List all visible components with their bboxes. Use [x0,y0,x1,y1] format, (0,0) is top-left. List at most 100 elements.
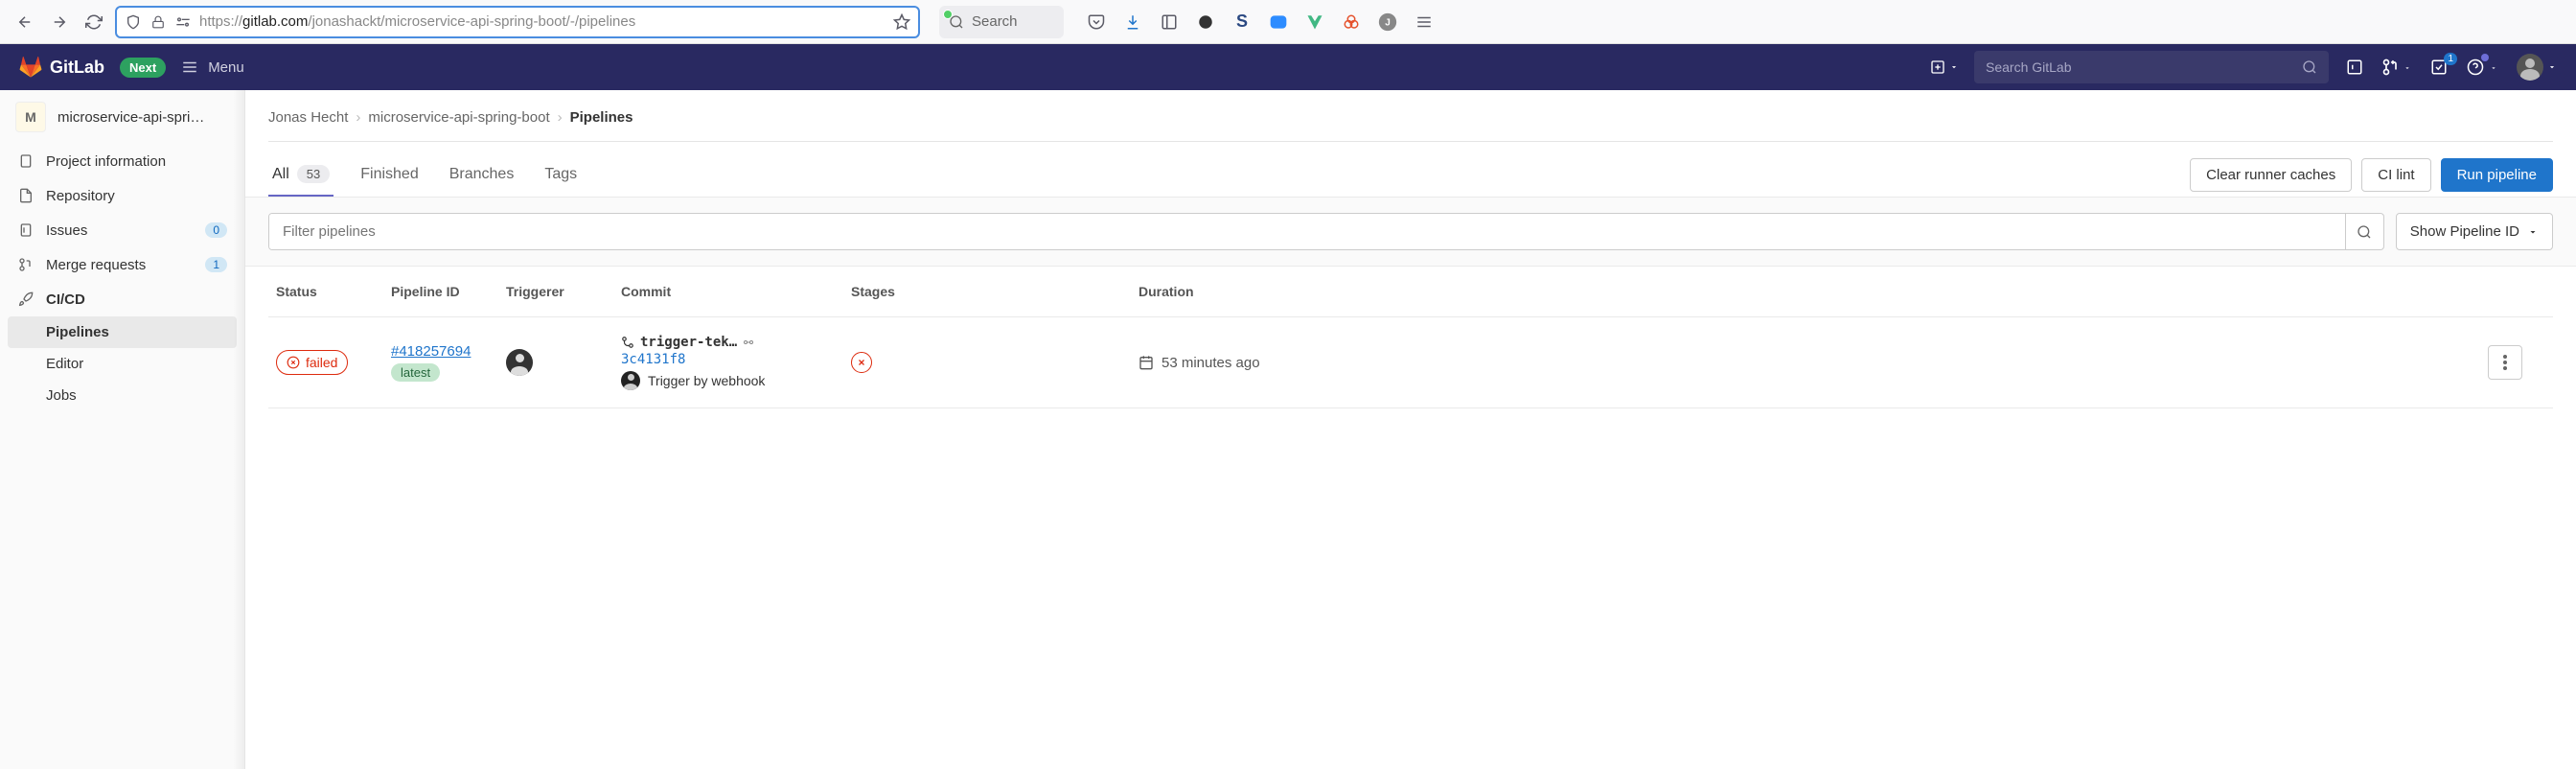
issues-shortcut[interactable] [2344,57,2365,78]
filter-input[interactable] [269,214,2345,249]
commit-sha-link[interactable]: 3c4131f8 [621,352,851,367]
clear-caches-button[interactable]: Clear runner caches [2190,158,2352,192]
project-name: microservice-api-spri… [58,109,204,126]
duration-text: 53 minutes ago [1162,355,1260,371]
url-bar[interactable]: https://gitlab.com/jonashackt/microservi… [115,6,920,38]
filter-search-button[interactable] [2345,214,2383,249]
sidebar-sub-jobs[interactable]: Jobs [0,380,244,411]
hamburger-icon[interactable] [1414,12,1434,32]
gitlab-search[interactable]: Search GitLab [1974,51,2329,83]
chevron-down-icon [2527,226,2539,238]
tab-tags[interactable]: Tags [540,153,581,197]
th-stages: Stages [851,284,1138,299]
kebab-icon [2503,355,2507,370]
sidebar-item-issues[interactable]: Issues 0 [0,213,244,247]
sidebar-item-cicd[interactable]: CI/CD [0,282,244,316]
tab-label: All [272,166,289,183]
sidebar-item-label: Merge requests [46,257,146,273]
latest-badge: latest [391,363,440,382]
user-menu[interactable] [2517,54,2557,81]
sidebar-item-label: CI/CD [46,291,85,308]
tab-all[interactable]: All 53 [268,153,334,197]
x-circle-icon [287,356,300,369]
forward-button[interactable] [46,9,73,35]
sidebar-sub-pipelines[interactable]: Pipelines [8,316,237,348]
row-actions-button[interactable] [2488,345,2522,380]
sidebar-item-label: Project information [46,153,166,170]
todos-count: 1 [2444,53,2457,65]
ci-lint-button[interactable]: CI lint [2361,158,2430,192]
search-icon [2302,59,2317,75]
chevron-down-icon [2404,64,2411,72]
avatar [2517,54,2543,81]
chevron-down-icon [2547,62,2557,72]
th-triggerer: Triggerer [506,284,621,299]
lock-icon [150,13,167,31]
issues-count-badge: 0 [205,222,227,238]
triggerer-avatar[interactable] [506,349,533,376]
plus-icon [1930,59,1945,75]
sidebar-item-merge-requests[interactable]: Merge requests 1 [0,247,244,282]
mr-shortcut[interactable] [2380,57,2402,78]
breadcrumb-user[interactable]: Jonas Hecht [268,109,348,126]
table-header: Status Pipeline ID Triggerer Commit Stag… [268,267,2553,316]
todos-shortcut[interactable]: 1 [2428,57,2450,78]
chevron-down-icon [1949,62,1959,72]
pocket-icon[interactable] [1087,12,1106,32]
tabs-row: All 53 Finished Branches Tags Clear runn… [268,146,2553,197]
ext-redux-icon[interactable] [1342,12,1361,32]
branch-name[interactable]: trigger-tek… [640,335,737,350]
next-badge[interactable]: Next [120,58,166,78]
notification-dot [2481,54,2489,61]
ext-zoom-icon[interactable] [1269,12,1288,32]
sidebar-item-project-info[interactable]: Project information [0,144,244,178]
permissions-icon [174,13,192,31]
new-dropdown[interactable] [1930,59,1959,75]
pipeline-row: failed #418257694 latest trigger-tek… 3c… [268,316,2553,408]
ext-s-icon[interactable]: S [1232,12,1252,32]
gitlab-logo[interactable]: GitLab [19,56,104,79]
breadcrumb-project[interactable]: microservice-api-spring-boot [368,109,549,126]
doc-icon [17,152,34,170]
menu-label: Menu [208,59,244,76]
star-icon[interactable] [893,13,910,31]
menu-button[interactable]: Menu [181,58,244,76]
pipeline-id-link[interactable]: #418257694 [391,343,506,360]
sidebar: M microservice-api-spri… Project informa… [0,90,245,769]
project-header[interactable]: M microservice-api-spri… [0,90,244,144]
ext-vue-icon[interactable] [1305,12,1324,32]
project-avatar: M [15,102,46,132]
select-label: Show Pipeline ID [2410,223,2519,240]
tab-finished[interactable]: Finished [356,153,422,197]
status-badge-failed[interactable]: failed [276,350,348,375]
back-button[interactable] [12,9,38,35]
hamburger-icon [181,58,198,76]
search-plus-badge [943,10,953,19]
filter-row: Show Pipeline ID [245,197,2576,267]
svg-text:J: J [1385,17,1391,28]
file-icon [17,187,34,204]
account-icon[interactable]: J [1378,12,1397,32]
help-dropdown[interactable] [2465,57,2486,78]
ext-globe-icon[interactable] [1196,12,1215,32]
browser-toolbar: https://gitlab.com/jonashackt/microservi… [0,0,2576,44]
tab-branches[interactable]: Branches [446,153,518,197]
run-pipeline-button[interactable]: Run pipeline [2441,158,2553,192]
calendar-icon [1138,355,1154,370]
show-pipeline-id-select[interactable]: Show Pipeline ID [2396,213,2553,250]
sidebar-sub-editor[interactable]: Editor [0,348,244,380]
external-link-icon [743,337,754,348]
reader-icon[interactable] [1160,12,1179,32]
reload-button[interactable] [80,9,107,35]
breadcrumb: Jonas Hecht › microservice-api-spring-bo… [268,90,2553,141]
browser-search[interactable]: Search [939,6,1064,38]
trigger-text: Trigger by webhook [648,373,765,388]
mr-count-badge: 1 [205,257,227,272]
filter-input-wrap [268,213,2384,250]
search-placeholder: Search GitLab [1986,59,2072,75]
th-status: Status [276,284,391,299]
stage-failed-icon[interactable] [851,352,872,373]
branch-icon [621,336,634,349]
sidebar-item-repository[interactable]: Repository [0,178,244,213]
download-icon[interactable] [1123,12,1142,32]
